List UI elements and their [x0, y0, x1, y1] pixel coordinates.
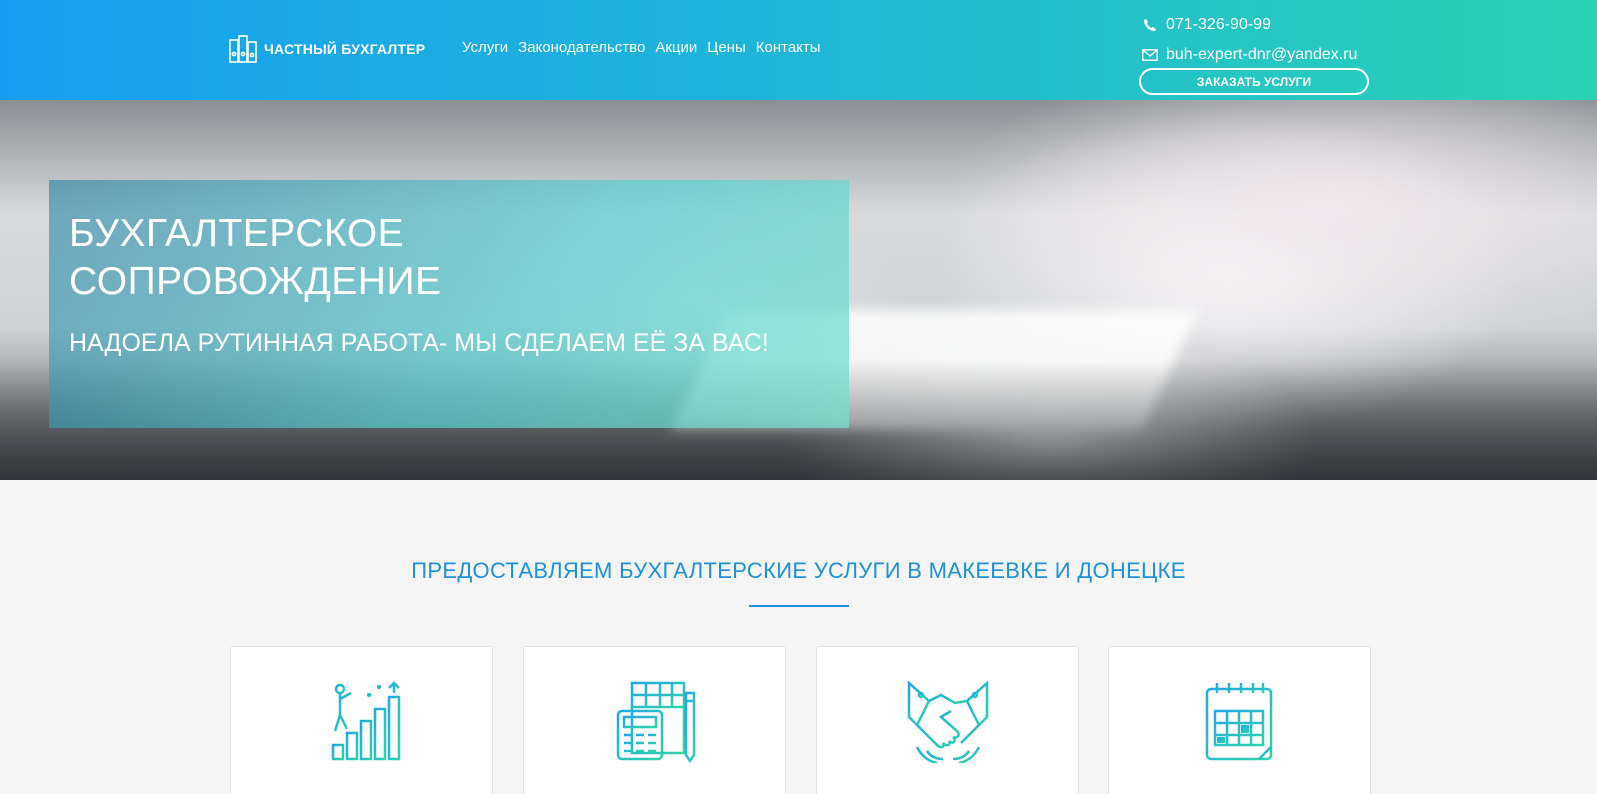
logo-text: ЧАСТНЫЙ БУХГАЛТЕР — [264, 41, 426, 57]
hero-title-line-2: СОПРОВОЖДЕНИЕ — [69, 260, 442, 303]
growth-chart-icon — [331, 681, 401, 761]
phone-icon — [1142, 18, 1158, 32]
service-card-2[interactable] — [523, 646, 786, 794]
title-divider — [749, 605, 849, 607]
nav-item-contacts[interactable]: Контакты — [756, 39, 821, 56]
services-title: ПРЕДОСТАВЛЯЕМ БУХГАЛТЕРСКИЕ УСЛУГИ В МАК… — [411, 558, 1186, 583]
nav-item-promotions[interactable]: Акции — [655, 39, 697, 56]
calculator-icon — [616, 681, 696, 763]
hero-subtitle: НАДОЕЛА РУТИННАЯ РАБОТА- МЫ СДЕЛАЕМ ЕЁ З… — [69, 329, 769, 357]
nav-item-prices[interactable]: Цены — [707, 39, 746, 56]
main-nav: Услуги Законодательство Акции Цены Конта… — [462, 39, 821, 56]
hero-title-line-1: БУХГАЛТЕРСКОЕ — [69, 212, 405, 255]
nav-item-services[interactable]: Услуги — [462, 39, 508, 56]
order-services-button[interactable]: ЗАКАЗАТЬ УСЛУГИ — [1139, 68, 1369, 95]
contacts-block: 071-326-90-99 buh-expert-dnr@yandex.ru — [1142, 10, 1370, 70]
email-address: buh-expert-dnr@yandex.ru — [1166, 46, 1358, 63]
email-row[interactable]: buh-expert-dnr@yandex.ru — [1142, 40, 1370, 70]
nav-item-legislation[interactable]: Законодательство — [518, 39, 645, 56]
service-card-4[interactable] — [1108, 646, 1371, 794]
service-card-3[interactable] — [816, 646, 1079, 794]
service-card-1[interactable] — [230, 646, 493, 794]
phone-number: 071-326-90-99 — [1166, 16, 1271, 33]
phone-row[interactable]: 071-326-90-99 — [1142, 10, 1370, 40]
handshake-icon — [907, 681, 989, 763]
calendar-icon — [1205, 683, 1273, 761]
envelope-icon — [1142, 49, 1158, 61]
logo[interactable]: ЧАСТНЫЙ БУХГАЛТЕР — [228, 34, 425, 64]
binders-icon — [229, 35, 257, 63]
hero-text-box: БУХГАЛТЕРСКОЕ СОПРОВОЖДЕНИЕ НАДОЕЛА РУТИ… — [49, 180, 849, 428]
site-header: ЧАСТНЫЙ БУХГАЛТЕР Услуги Законодательств… — [0, 0, 1597, 100]
hero-title: БУХГАЛТЕРСКОЕ СОПРОВОЖДЕНИЕ — [69, 210, 442, 306]
hero-banner: БУХГАЛТЕРСКОЕ СОПРОВОЖДЕНИЕ НАДОЕЛА РУТИ… — [0, 100, 1597, 480]
